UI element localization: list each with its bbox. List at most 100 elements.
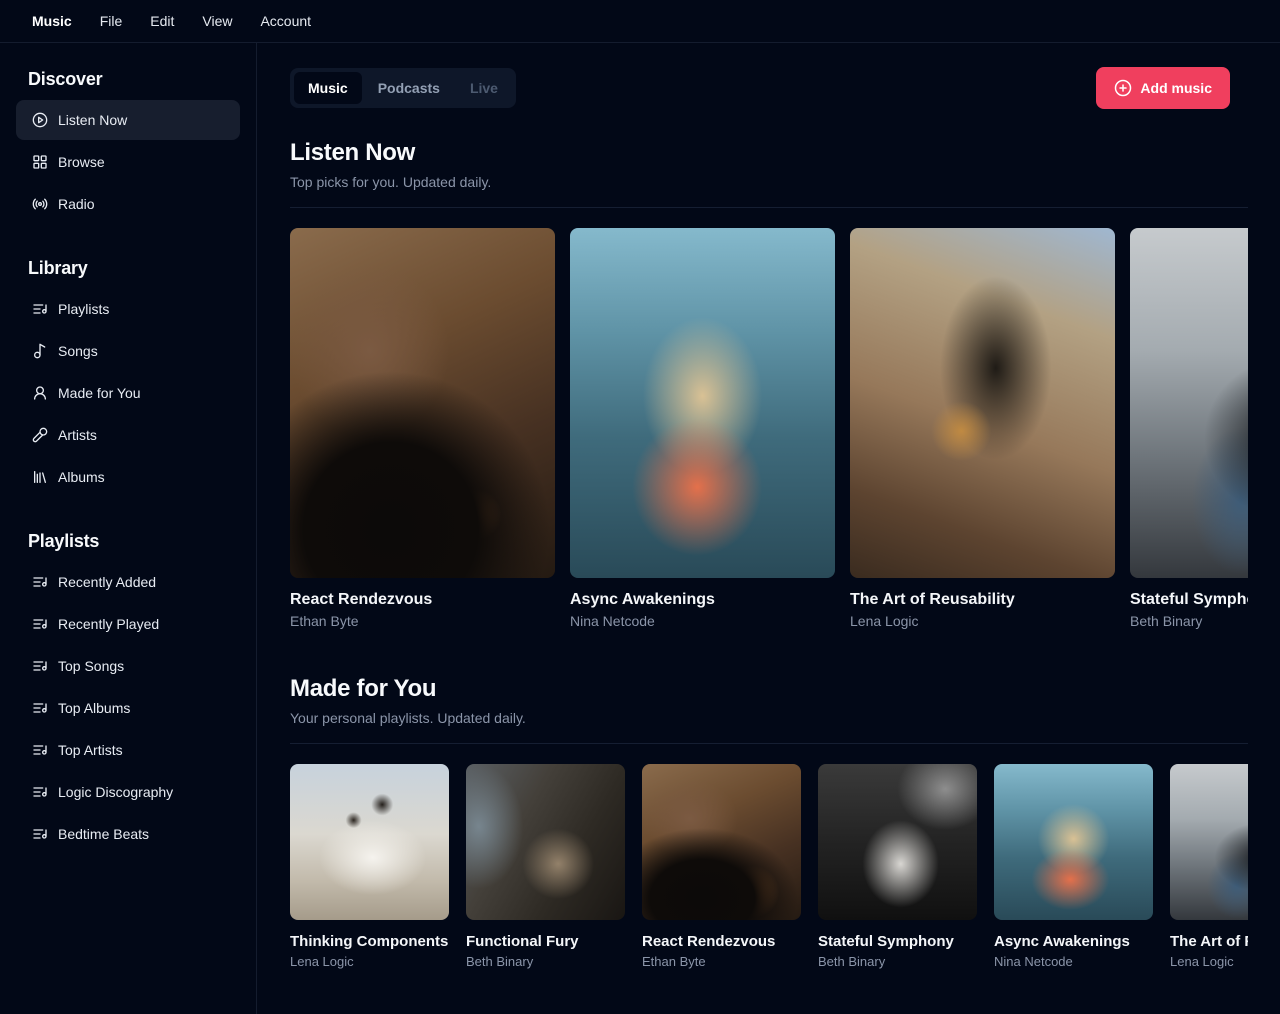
- add-music-label: Add music: [1140, 80, 1212, 96]
- sidebar-item-label: Recently Played: [58, 616, 159, 632]
- menubar-item-music[interactable]: Music: [18, 7, 86, 35]
- sidebar-section-library: Library Playlists Songs Made for You Artists…: [16, 258, 240, 497]
- list-music-icon: [32, 826, 48, 842]
- sidebar-item-label: Bedtime Beats: [58, 826, 149, 842]
- sidebar-item-label: Recently Added: [58, 574, 156, 590]
- separator: [290, 743, 1248, 744]
- microphone-icon: [32, 427, 48, 443]
- plus-circle-icon: [1114, 79, 1132, 97]
- album-card-functional-fury[interactable]: Functional Fury Beth Binary: [466, 764, 625, 969]
- sidebar-item-label: Top Albums: [58, 700, 130, 716]
- section-made-for-you: Made for YouYour personal playlists. Upd…: [290, 675, 1248, 969]
- album-artist: Lena Logic: [290, 954, 449, 969]
- tab-podcasts[interactable]: Podcasts: [364, 72, 454, 104]
- sidebar-item-label: Artists: [58, 427, 97, 443]
- album-art-sax-street: [850, 228, 1115, 578]
- sidebar-item-label: Top Artists: [58, 742, 123, 758]
- app-body: DiscoverListen NowBrowseRadioLibraryPlay…: [0, 43, 1280, 1014]
- section-subtitle: Your personal playlists. Updated daily.: [290, 710, 1248, 726]
- sidebar-item-songs[interactable]: Songs: [16, 331, 240, 371]
- section-subtitle: Top picks for you. Updated daily.: [290, 174, 1248, 190]
- menubar-item-edit[interactable]: Edit: [136, 7, 188, 35]
- album-artist: Beth Binary: [466, 954, 625, 969]
- album-card-stateful-symphony[interactable]: Stateful Symphony Beth Binary: [818, 764, 977, 969]
- list-music-icon: [32, 658, 48, 674]
- album-card-react-rendezvous[interactable]: React RendezvousEthan Byte: [642, 764, 801, 969]
- sidebar-item-label: Radio: [58, 196, 95, 212]
- album-title: Functional Fury: [466, 933, 625, 950]
- sidebar-item-top-artists[interactable]: Top Artists: [16, 730, 240, 770]
- sidebar-item-made-for-you[interactable]: Made for You: [16, 373, 240, 413]
- album-card-the-art-of-reusability[interactable]: The Art of ReusabilityLena Logic: [1170, 764, 1248, 969]
- sidebar-item-top-albums[interactable]: Top Albums: [16, 688, 240, 728]
- album-card-async-awakenings[interactable]: Async Awakenings Nina Netcode: [570, 228, 835, 629]
- album-artist: Lena Logic: [1170, 954, 1248, 969]
- sections-container: Listen Now Top picks for you. Updated dai…: [290, 139, 1248, 969]
- sidebar-item-radio[interactable]: Radio: [16, 184, 240, 224]
- list-music-icon: [32, 574, 48, 590]
- album-title: React Rendezvous: [290, 591, 555, 609]
- album-art-headphones-study: [290, 228, 555, 578]
- album-artist: Nina Netcode: [994, 954, 1153, 969]
- album-artist: Beth Binary: [1130, 613, 1248, 629]
- main-content: MusicPodcastsLive Add music Listen Now To…: [257, 43, 1280, 1014]
- cards-row: React Rendezvous Ethan Byte Async Awakenin…: [290, 228, 1248, 629]
- sidebar: DiscoverListen NowBrowseRadioLibraryPlay…: [0, 43, 257, 1014]
- library-icon: [32, 469, 48, 485]
- sidebar-item-label: Listen Now: [58, 112, 127, 128]
- radio-icon: [32, 196, 48, 212]
- album-title: Stateful Symphony: [818, 933, 977, 950]
- album-card-stateful-symphony[interactable]: Stateful Symphony Beth Binary: [1130, 228, 1248, 629]
- sidebar-item-bedtime-beats[interactable]: Bedtime Beats: [16, 814, 240, 854]
- cards-row: Thinking ComponentsLena LogicFunctional …: [290, 764, 1248, 969]
- album-artist: Nina Netcode: [570, 613, 835, 629]
- album-artist: Lena Logic: [850, 613, 1115, 629]
- album-art-guitar-busker: [1170, 764, 1248, 920]
- album-title: The Art of Reusability: [850, 591, 1115, 609]
- main-header: MusicPodcastsLive Add music: [290, 67, 1248, 109]
- album-art-trumpet-bw: [818, 764, 977, 920]
- menubar-item-file[interactable]: File: [86, 7, 137, 35]
- sidebar-item-label: Browse: [58, 154, 105, 170]
- album-art-white-duo: [290, 764, 449, 920]
- album-artist: Ethan Byte: [642, 954, 801, 969]
- menubar-item-account[interactable]: Account: [246, 7, 325, 35]
- tab-live[interactable]: Live: [456, 72, 512, 104]
- album-artist: Beth Binary: [818, 954, 977, 969]
- user-icon: [32, 385, 48, 401]
- album-art-headphones-study: [642, 764, 801, 920]
- sidebar-item-logic-discography[interactable]: Logic Discography: [16, 772, 240, 812]
- sidebar-item-listen-now[interactable]: Listen Now: [16, 100, 240, 140]
- album-card-react-rendezvous[interactable]: React Rendezvous Ethan Byte: [290, 228, 555, 629]
- list-music-icon: [32, 742, 48, 758]
- album-artist: Ethan Byte: [290, 613, 555, 629]
- sidebar-section-discover: DiscoverListen NowBrowseRadio: [16, 69, 240, 224]
- sidebar-item-recently-added[interactable]: Recently Added: [16, 562, 240, 602]
- album-title: Stateful Symphony: [1130, 591, 1248, 609]
- menubar-item-view[interactable]: View: [188, 7, 246, 35]
- sidebar-item-label: Logic Discography: [58, 784, 173, 800]
- sidebar-item-top-songs[interactable]: Top Songs: [16, 646, 240, 686]
- album-card-thinking-components[interactable]: Thinking ComponentsLena Logic: [290, 764, 449, 969]
- list-music-icon: [32, 301, 48, 317]
- sidebar-item-recently-played[interactable]: Recently Played: [16, 604, 240, 644]
- sidebar-item-browse[interactable]: Browse: [16, 142, 240, 182]
- add-music-button[interactable]: Add music: [1096, 67, 1230, 109]
- album-title: Async Awakenings: [994, 933, 1153, 950]
- sidebar-item-playlists[interactable]: Playlists: [16, 289, 240, 329]
- album-art-guitar-busker: [1130, 228, 1248, 578]
- sidebar-item-label: Songs: [58, 343, 98, 359]
- sidebar-item-artists[interactable]: Artists: [16, 415, 240, 455]
- music-note-icon: [32, 343, 48, 359]
- album-art-teal-portrait: [994, 764, 1153, 920]
- sidebar-item-albums[interactable]: Albums: [16, 457, 240, 497]
- section-title: Listen Now: [290, 139, 1248, 167]
- view-tabs: MusicPodcastsLive: [290, 68, 516, 108]
- sidebar-heading-library: Library: [16, 258, 240, 279]
- album-title: Async Awakenings: [570, 591, 835, 609]
- grid-icon: [32, 154, 48, 170]
- album-card-the-art-of-reusability[interactable]: The Art of Reusability Lena Logic: [850, 228, 1115, 629]
- section-listen-now: Listen Now Top picks for you. Updated dai…: [290, 139, 1248, 629]
- album-card-async-awakenings[interactable]: Async Awakenings Nina Netcode: [994, 764, 1153, 969]
- tab-music[interactable]: Music: [294, 72, 362, 104]
